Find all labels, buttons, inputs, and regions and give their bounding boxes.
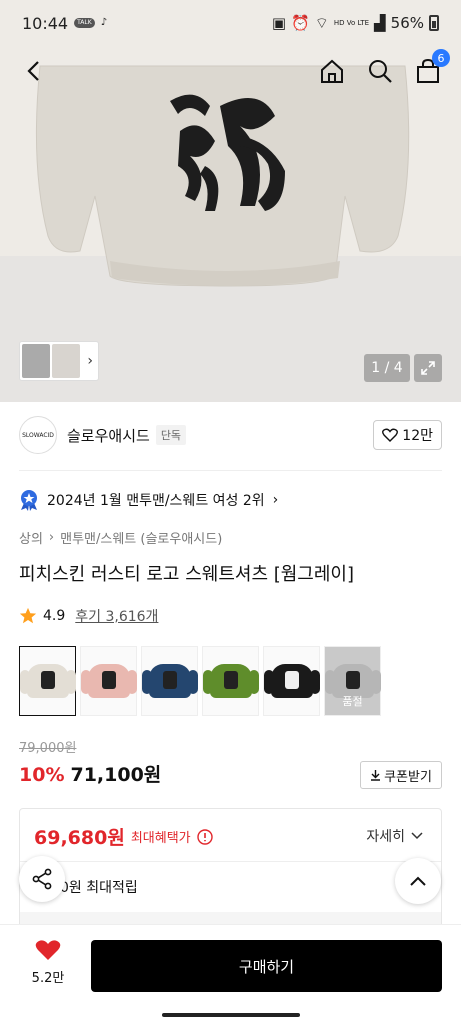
product-like-button[interactable]: 5.2만 <box>19 939 77 986</box>
status-lock-icon: ▣ <box>271 14 287 32</box>
price-row: 10% 71,100원 <box>19 760 161 787</box>
wifi-icon: ⌔ <box>314 13 329 32</box>
status-time: 10:44 <box>22 13 69 33</box>
breadcrumb-category[interactable]: 상의 <box>19 528 43 547</box>
detail-label: 자세히 <box>366 829 405 845</box>
scroll-to-top-button[interactable] <box>395 858 441 904</box>
color-swatches: 품절 <box>19 646 381 716</box>
home-icon <box>321 59 343 83</box>
battery-percent: 56% <box>390 14 424 32</box>
max-points-text: 0원 최대적립 <box>60 880 138 896</box>
chevron-right-icon: › <box>48 530 55 545</box>
tiktok-notification-icon: ♪ <box>100 17 108 28</box>
swatch-sweatshirt-image <box>19 664 76 698</box>
swatch-sweatshirt-image <box>80 664 137 698</box>
divider <box>19 470 442 471</box>
breadcrumb-subcategory[interactable]: 맨투맨/스웨트 (슬로우애시드) <box>60 528 222 547</box>
coupon-label: 쿠폰받기 <box>384 769 432 785</box>
home-button[interactable] <box>317 56 347 86</box>
star-icon <box>19 607 37 624</box>
chevron-down-icon <box>411 832 423 840</box>
color-swatch[interactable] <box>263 646 320 716</box>
info-icon[interactable] <box>196 828 213 845</box>
color-swatch[interactable]: 품절 <box>324 646 381 716</box>
system-gesture-bar <box>0 1004 461 1024</box>
sale-price: 71,100원 <box>70 764 162 786</box>
exclusive-badge: 단독 <box>155 425 187 445</box>
max-benefit-price: 69,680원 <box>34 827 125 849</box>
buy-button[interactable]: 구매하기 <box>91 940 442 992</box>
search-icon <box>369 60 392 83</box>
rank-medal-icon <box>21 490 37 511</box>
brand-row: SLOWACID 슬로우애시드 단독 12만 <box>19 414 442 456</box>
chevron-right-icon: › <box>87 353 93 369</box>
rating-row: 4.9 후기 3,616개 <box>19 606 158 626</box>
brand-like-button[interactable]: 12만 <box>373 420 442 450</box>
ranking-link[interactable]: 2024년 1월 맨투맨/스웨트 여성 2위 › <box>19 488 278 512</box>
swatch-logo-print <box>162 671 177 689</box>
original-price: 79,000원 <box>19 741 77 756</box>
image-page-indicator: 1 / 4 <box>364 354 410 382</box>
sold-out-label: 품절 <box>342 695 363 708</box>
share-icon <box>32 868 52 890</box>
chevron-right-icon: › <box>272 492 279 508</box>
search-button[interactable] <box>365 56 395 86</box>
color-swatch[interactable] <box>141 646 198 716</box>
rating-value: 4.9 <box>43 608 66 624</box>
expand-icon <box>421 361 435 375</box>
home-indicator[interactable] <box>162 1013 300 1017</box>
brand-logo-text: SLOWACID <box>22 431 54 439</box>
product-title: 피치스킨 러스티 로고 스웨트셔츠 [웜그레이] <box>19 564 355 585</box>
top-nav: 6 <box>0 46 461 96</box>
cart-button[interactable]: 6 <box>413 49 450 86</box>
brand-logo[interactable]: SLOWACID <box>19 416 57 454</box>
max-benefit-label: 최대혜택가 <box>130 831 191 846</box>
swatch-logo-print <box>284 671 299 689</box>
swatch-sweatshirt-image <box>202 664 259 698</box>
divider <box>20 861 441 862</box>
back-button[interactable] <box>18 56 48 86</box>
coupon-button[interactable]: 쿠폰받기 <box>360 761 442 789</box>
thumbnail-image <box>22 344 50 378</box>
status-bar: 10:44 TALK ♪ ▣ ⏰ ⌔ HD Vo LTE ▟ 56% <box>0 0 461 46</box>
swatch-logo-print <box>101 671 116 689</box>
swatch-logo-print <box>223 671 238 689</box>
color-swatch[interactable] <box>19 646 76 716</box>
swatch-sweatshirt-image <box>263 664 320 698</box>
heart-filled-icon <box>35 940 61 960</box>
product-like-count: 5.2만 <box>31 971 65 986</box>
brand-like-count: 12만 <box>402 428 433 444</box>
chevron-up-icon <box>410 876 426 886</box>
network-label: HD Vo LTE <box>333 18 370 27</box>
expand-image-button[interactable] <box>414 354 442 382</box>
benefit-detail-button[interactable]: 자세히 <box>366 826 423 846</box>
alarm-icon: ⏰ <box>291 14 310 32</box>
review-link[interactable]: 후기 3,616개 <box>75 606 158 626</box>
battery-icon <box>429 15 439 31</box>
heart-outline-icon <box>382 428 399 442</box>
share-button[interactable] <box>19 856 65 902</box>
color-swatch[interactable] <box>202 646 259 716</box>
download-icon <box>371 770 381 781</box>
kakaotalk-notification-icon: TALK <box>74 18 95 28</box>
bottom-purchase-bar: 5.2만 구매하기 <box>0 924 461 1004</box>
chevron-left-icon <box>27 61 39 81</box>
signal-icon: ▟ <box>374 14 386 32</box>
cart-count-badge: 6 <box>432 49 450 67</box>
thumbnail-image <box>52 344 80 378</box>
swatch-logo-print <box>40 671 55 689</box>
image-thumbnail-strip[interactable]: › <box>19 341 99 381</box>
breadcrumb: 상의 › 맨투맨/스웨트 (슬로우애시드) <box>19 528 222 547</box>
brand-name[interactable]: 슬로우애시드 <box>67 425 150 446</box>
ranking-text: 2024년 1월 맨투맨/스웨트 여성 2위 <box>47 493 265 509</box>
color-swatch[interactable] <box>80 646 137 716</box>
discount-rate: 10% <box>19 764 65 786</box>
swatch-sweatshirt-image <box>141 664 198 698</box>
swatch-logo-print <box>345 671 360 689</box>
